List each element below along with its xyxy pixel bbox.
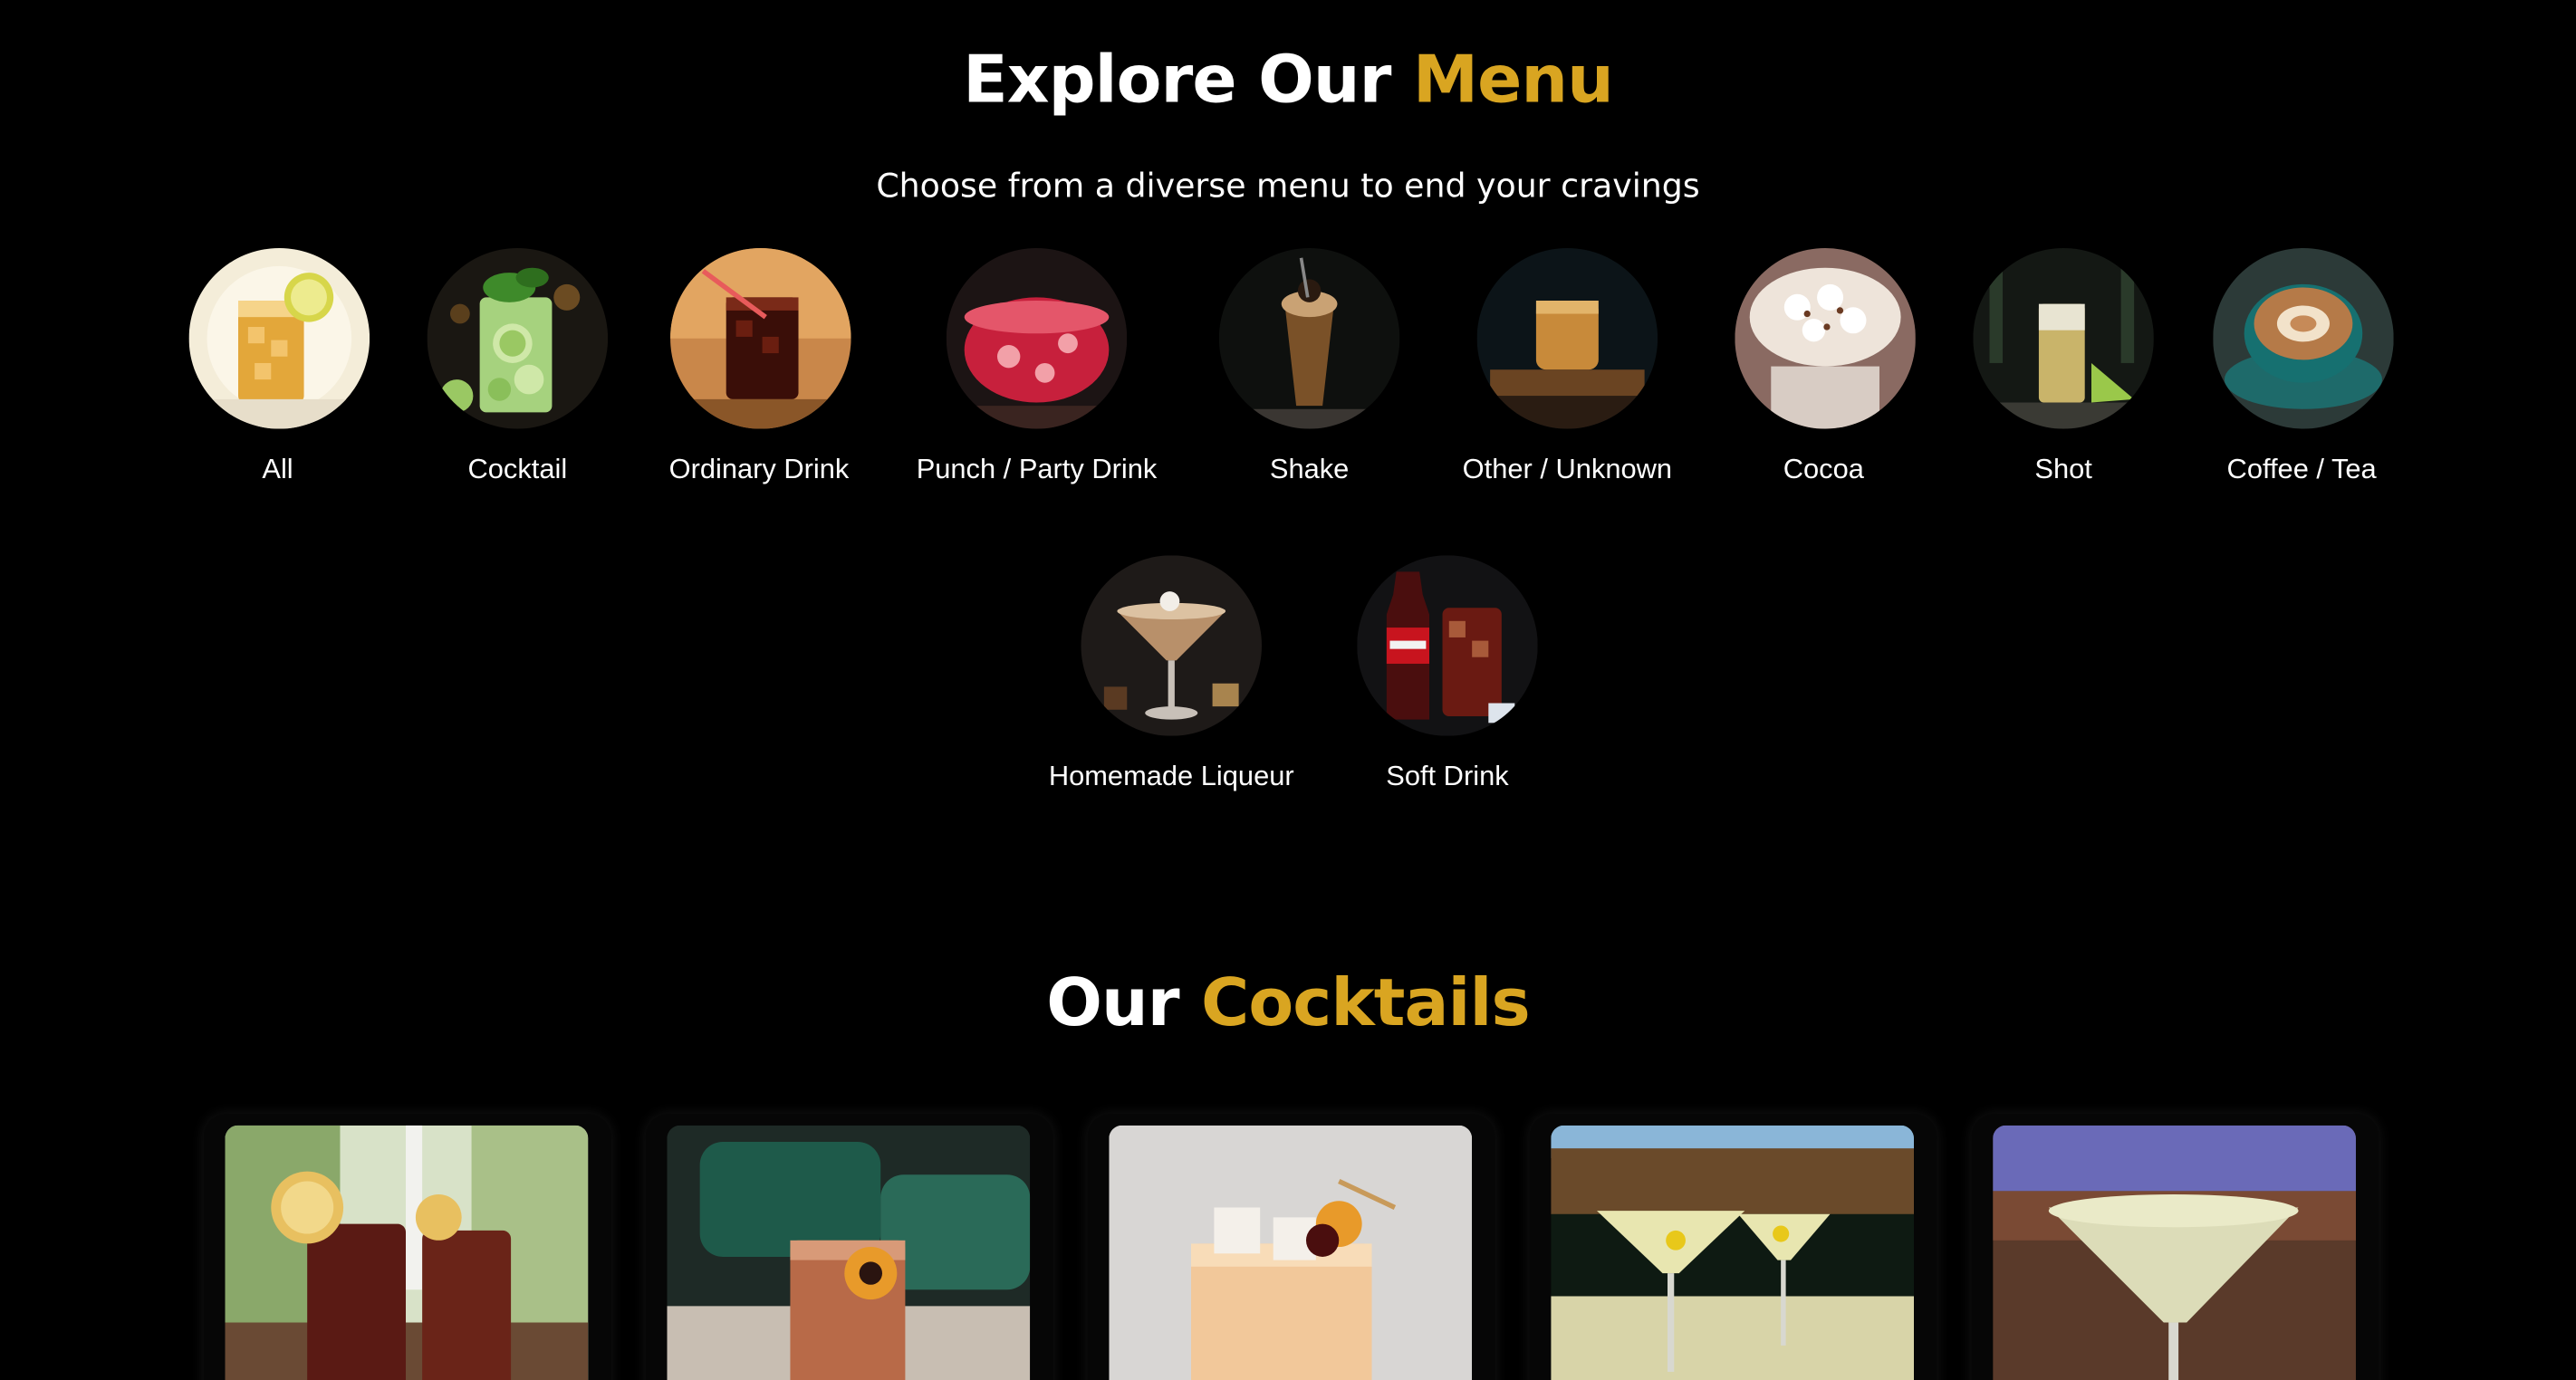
cocktails-heading-text: Our xyxy=(1046,965,1202,1042)
category-ordinary-drink-label: Ordinary Drink xyxy=(668,453,850,485)
category-shot-label: Shot xyxy=(2034,453,2092,485)
cocktail-card-image xyxy=(667,1125,1031,1380)
category-other-unknown-label: Other / Unknown xyxy=(1462,453,1673,485)
explore-subtitle: Choose from a diverse menu to end your c… xyxy=(876,166,1700,206)
our-cocktails-heading: Our Cocktails xyxy=(0,966,2576,1041)
category-all-label: All xyxy=(262,453,293,485)
category-cocoa-label: Cocoa xyxy=(1783,453,1864,485)
cocktail-card[interactable] xyxy=(203,1114,611,1380)
cocktail-card[interactable] xyxy=(645,1114,1053,1380)
explore-heading-accent: Menu xyxy=(1412,43,1614,119)
menu-page: Explore Our Menu Choose from a diverse m… xyxy=(0,0,2576,1380)
category-homemade-liqueur-label: Homemade Liqueur xyxy=(1048,761,1294,792)
category-shake-image xyxy=(1218,247,1400,429)
category-punch-party-drink-label: Punch / Party Drink xyxy=(916,453,1158,485)
category-all-image xyxy=(188,247,370,429)
cocktail-card-image xyxy=(225,1125,589,1380)
cocktail-card-image xyxy=(1551,1125,1915,1380)
category-soft-drink-label: Soft Drink xyxy=(1386,761,1509,792)
cocktail-card-image xyxy=(1993,1125,2356,1380)
category-ordinary-drink-image xyxy=(670,247,851,429)
category-shot-image xyxy=(1973,247,2154,429)
cocktail-card[interactable] xyxy=(1529,1114,1937,1380)
explore-menu-heading: Explore Our Menu xyxy=(0,43,2576,118)
cocktails-heading-accent: Cocktails xyxy=(1201,965,1531,1042)
category-coffee-tea-label: Coffee / Tea xyxy=(2226,453,2377,485)
category-other-unknown-image xyxy=(1476,247,1658,429)
explore-heading-text: Explore Our xyxy=(963,43,1413,119)
category-punch-party-drink-image xyxy=(946,247,1128,429)
category-soft-drink-image xyxy=(1357,555,1538,736)
cocktail-card[interactable] xyxy=(1087,1114,1495,1380)
category-homemade-liqueur-image xyxy=(1081,555,1262,736)
category-cocoa-image xyxy=(1735,247,1916,429)
category-cocktail-image xyxy=(427,247,609,429)
category-coffee-tea-image xyxy=(2213,247,2394,429)
category-shake-label: Shake xyxy=(1269,453,1350,485)
category-cocktail-label: Cocktail xyxy=(467,453,568,485)
cocktail-card[interactable] xyxy=(1971,1114,2379,1380)
cocktail-card-image xyxy=(1109,1125,1473,1380)
